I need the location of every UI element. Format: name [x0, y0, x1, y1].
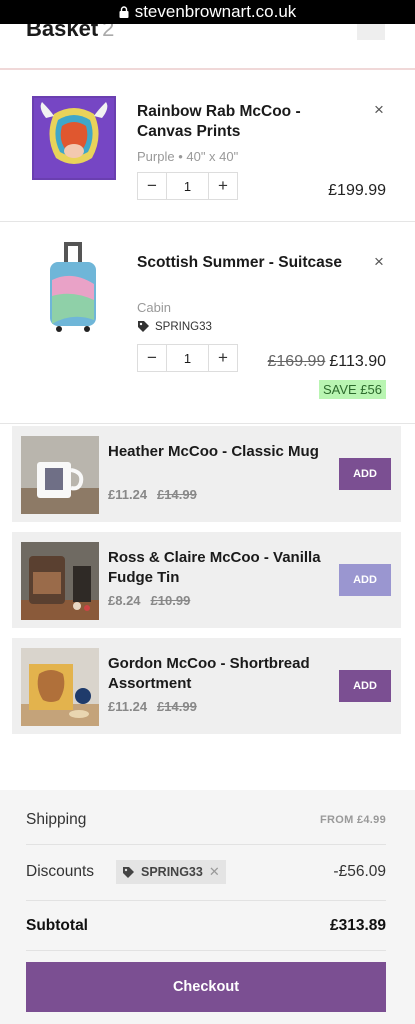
subtotal-value: £313.89 [329, 917, 386, 934]
upsell-was-price: £14.99 [157, 699, 197, 714]
shipping-label: Shipping [26, 811, 87, 828]
cart-title: Basket 2 [26, 24, 114, 42]
upsell-prices: £8.24 £10.99 [108, 593, 190, 608]
product-variant: Cabin [137, 300, 171, 315]
quantity-value[interactable]: 1 [166, 173, 209, 199]
remove-discount-button[interactable]: ✕ [209, 864, 220, 880]
shipping-value: FROM £4.99 [320, 814, 386, 826]
decrease-quantity-button[interactable]: − [138, 173, 166, 199]
upsell-name[interactable]: Gordon McCoo - Shortbread Assortment [108, 654, 333, 694]
add-upsell-button[interactable]: ADD [339, 670, 391, 702]
cart-line-item: Scottish Summer - Suitcase Cabin × SPRIN… [0, 222, 415, 424]
upsell-prices: £11.24 £14.99 [108, 699, 197, 714]
upsell-item: Gordon McCoo - Shortbread Assortment £11… [12, 638, 401, 734]
close-cart-button[interactable] [357, 24, 385, 40]
line-price: £169.99 £113.90 [268, 353, 387, 371]
remove-item-button[interactable]: × [374, 252, 384, 272]
line-price: £199.99 [328, 182, 386, 199]
browser-url-bar[interactable]: stevenbrownart.co.uk [0, 0, 415, 24]
promo-code-label: SPRING33 [155, 320, 212, 333]
upsell-prices: £11.24 £14.99 [108, 487, 197, 502]
cart-count: 2 [102, 24, 115, 41]
quantity-stepper: − 1 + [137, 172, 238, 200]
product-image [21, 648, 99, 726]
add-upsell-button[interactable]: ADD [339, 458, 391, 490]
discounts-value: -£56.09 [333, 863, 386, 880]
tag-icon [138, 321, 149, 332]
savings-badge: SAVE £56 [318, 380, 386, 399]
subtotal-row: Subtotal £313.89 [26, 901, 386, 951]
quantity-stepper: − 1 + [137, 344, 238, 372]
subtotal-label: Subtotal [26, 917, 88, 934]
order-summary: Shipping FROM £4.99 Discounts SPRING33 ✕… [0, 790, 415, 1024]
shipping-row: Shipping FROM £4.99 [26, 790, 386, 845]
upsell-price: £11.24 [108, 487, 148, 502]
discount-code-chip: SPRING33 ✕ [116, 860, 226, 884]
product-image [32, 96, 116, 180]
sale-price: £113.90 [329, 353, 386, 370]
tag-icon [123, 866, 134, 878]
upsell-name[interactable]: Ross & Claire McCoo - Vanilla Fudge Tin [108, 548, 333, 588]
discounts-label: Discounts [26, 863, 95, 880]
promo-code-tag: SPRING33 [137, 320, 212, 333]
upsell-was-price: £14.99 [157, 487, 197, 502]
quantity-value[interactable]: 1 [166, 345, 209, 371]
increase-quantity-button[interactable]: + [209, 345, 237, 371]
product-image [21, 542, 99, 620]
upsell-item: Heather McCoo - Classic Mug £11.24 £14.99… [12, 426, 401, 522]
lock-icon [119, 6, 129, 18]
upsell-price: £11.24 [108, 699, 148, 714]
upsell-item: Ross & Claire McCoo - Vanilla Fudge Tin … [12, 532, 401, 628]
upsell-name[interactable]: Heather McCoo - Classic Mug [108, 442, 333, 462]
product-image [50, 242, 96, 332]
discounts-row: Discounts SPRING33 ✕ -£56.09 [26, 845, 386, 901]
product-name[interactable]: Rainbow Rab McCoo - Canvas Prints [137, 102, 357, 142]
upsell-was-price: £10.99 [150, 593, 191, 608]
decrease-quantity-button[interactable]: − [138, 345, 166, 371]
discount-code-label: SPRING33 [141, 865, 203, 879]
upsell-price: £8.24 [108, 593, 141, 608]
cart-header: Basket 2 [0, 24, 415, 70]
remove-item-button[interactable]: × [374, 100, 384, 120]
increase-quantity-button[interactable]: + [209, 173, 237, 199]
url-text: stevenbrownart.co.uk [134, 2, 297, 21]
checkout-button[interactable]: Checkout [26, 962, 386, 1012]
original-price: £169.99 [267, 353, 326, 370]
cart-line-item: Rainbow Rab McCoo - Canvas Prints Purple… [0, 70, 415, 222]
product-image [21, 436, 99, 514]
product-name[interactable]: Scottish Summer - Suitcase [137, 253, 357, 273]
add-upsell-button[interactable]: ADD [339, 564, 391, 596]
product-variant: Purple • 40" x 40" [137, 149, 239, 164]
